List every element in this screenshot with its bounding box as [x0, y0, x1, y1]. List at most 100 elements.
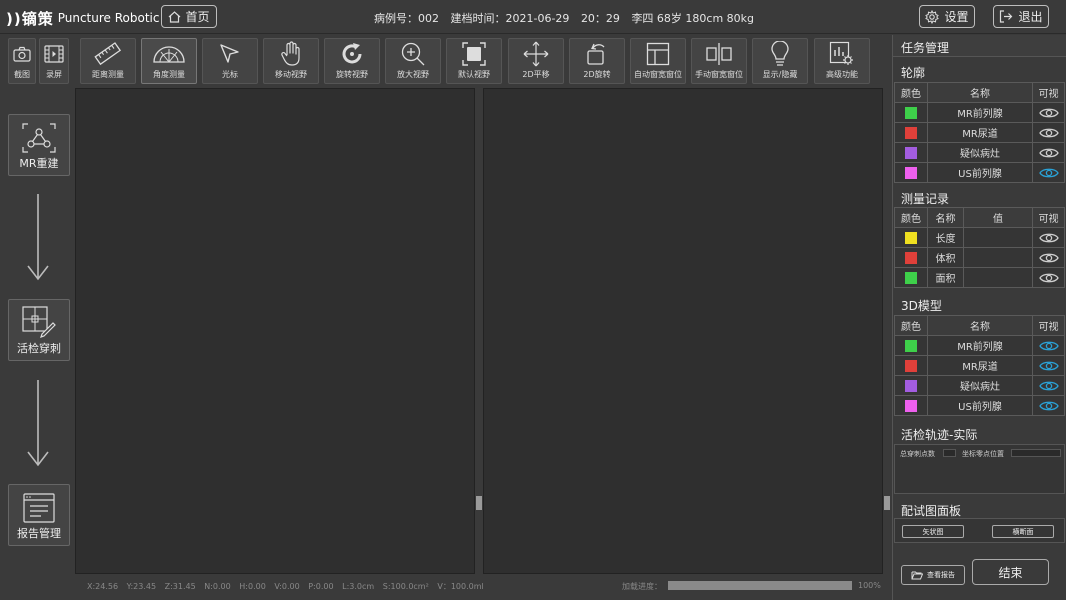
default-view-button[interactable]: 默认视野: [446, 38, 502, 84]
advanced-button[interactable]: 高级功能: [814, 38, 870, 84]
auto-window-level-label: 自动窗宽窗位: [634, 70, 682, 79]
settings-label: 设置: [944, 10, 969, 24]
eye-icon: [1038, 148, 1059, 157]
coord-n: N:0.00: [204, 582, 231, 591]
end-button[interactable]: 结束: [972, 559, 1049, 585]
sagittal-button[interactable]: 矢状图: [902, 525, 964, 538]
biopsy-icon: [22, 306, 56, 338]
eye-icon: [1038, 341, 1059, 350]
model-row: MR前列腺: [894, 335, 1065, 356]
measure-volume: V：100.0ml: [437, 582, 484, 591]
folder-open-icon: [911, 571, 923, 580]
viewport-right[interactable]: [483, 88, 883, 574]
left-sidebar: MR重建 活检穿刺 报告管理: [0, 88, 75, 600]
manual-window-level-label: 手动窗宽窗位: [695, 70, 743, 79]
screenshot-button[interactable]: 截图: [8, 38, 36, 84]
exit-button[interactable]: 退出: [993, 5, 1049, 28]
measure-row: 体积: [894, 247, 1065, 268]
model-name: 疑似病灶: [927, 375, 1033, 396]
scrollbar-left-thumb[interactable]: [476, 496, 482, 510]
rotate-view-label: 旋转视野: [336, 70, 368, 79]
color-swatch: [905, 359, 917, 372]
mr-reconstruct-button[interactable]: MR重建: [8, 114, 70, 176]
distance-measure-button[interactable]: 距离测量: [80, 38, 136, 84]
scrollbar-right-thumb[interactable]: [884, 496, 890, 510]
pan-2d-label: 2D平移: [522, 70, 550, 79]
measure-name: 体积: [927, 247, 964, 268]
model-visibility-toggle[interactable]: [1032, 395, 1065, 416]
color-swatch: [905, 251, 917, 264]
contour-visibility-toggle[interactable]: [1032, 102, 1065, 123]
manual-window-level-button[interactable]: 手动窗宽窗位: [691, 38, 747, 84]
show-hide-button[interactable]: 显示/隐藏: [752, 38, 808, 84]
measure-name: 长度: [927, 227, 964, 248]
scrollbar-right[interactable]: [883, 88, 891, 574]
rotate-view-button[interactable]: 旋转视野: [324, 38, 380, 84]
ruler-icon: [94, 42, 122, 66]
measure-header-name: 名称: [927, 207, 964, 228]
contour-name: MR尿道: [927, 122, 1033, 143]
measure-value: [963, 227, 1033, 248]
model-color-cell: [894, 355, 928, 376]
cursor-icon: [220, 44, 239, 63]
eye-icon: [1038, 233, 1059, 242]
contour-visibility-toggle[interactable]: [1032, 162, 1065, 183]
model-color-cell: [894, 395, 928, 416]
model-visibility-toggle[interactable]: [1032, 335, 1065, 356]
zero-position-field[interactable]: [1011, 449, 1061, 457]
logo: ))镝策 Puncture Robotic: [6, 8, 159, 28]
measure-visibility-toggle[interactable]: [1032, 247, 1065, 268]
move-view-button[interactable]: 移动视野: [263, 38, 319, 84]
transverse-button[interactable]: 横断面: [992, 525, 1054, 538]
model-visibility-toggle[interactable]: [1032, 355, 1065, 376]
header-bar: ))镝策 Puncture Robotic 首页 病例号：002 建档时间：20…: [0, 0, 1066, 34]
angle-measure-button[interactable]: 角度测量: [141, 38, 197, 84]
model-color-cell: [894, 335, 928, 356]
measure-color-cell: [894, 247, 928, 268]
home-button[interactable]: 首页: [161, 5, 217, 28]
cursor-label: 光标: [222, 70, 238, 79]
model-row: US前列腺: [894, 395, 1065, 416]
default-view-label: 默认视野: [458, 70, 490, 79]
measure-section-title: 测量记录: [901, 192, 950, 206]
rotate-2d-label: 2D旋转: [583, 70, 611, 79]
cursor-button[interactable]: 光标: [202, 38, 258, 84]
created-time: 20：29: [580, 12, 620, 25]
auto-window-level-button[interactable]: 自动窗宽窗位: [630, 38, 686, 84]
rotate-2d-button[interactable]: 2D旋转: [569, 38, 625, 84]
model-header-visible: 可视: [1032, 315, 1065, 336]
logo-text: Puncture Robotic: [57, 11, 160, 25]
view-report-button[interactable]: 查看报告: [901, 565, 965, 585]
task-panel-title: 任务管理: [893, 35, 1066, 57]
biopsy-button[interactable]: 活检穿刺: [8, 299, 70, 361]
eye-icon: [1038, 253, 1059, 262]
color-swatch: [905, 106, 917, 119]
home-label: 首页: [185, 10, 210, 24]
zero-position-label: 坐标零点位置: [962, 450, 1004, 458]
contour-visibility-toggle[interactable]: [1032, 142, 1065, 163]
report-icon: [23, 493, 55, 523]
record-button[interactable]: 录屏: [39, 38, 69, 84]
scrollbar-left[interactable]: [475, 88, 483, 574]
settings-button[interactable]: 设置: [919, 5, 975, 28]
viewport-left[interactable]: [75, 88, 475, 574]
angle-measure-label: 角度测量: [153, 70, 185, 79]
move-view-label: 移动视野: [275, 70, 307, 79]
contour-row: MR前列腺: [894, 102, 1065, 123]
eye-icon: [1038, 361, 1059, 370]
pan-2d-button[interactable]: 2D平移: [508, 38, 564, 84]
measure-visibility-toggle[interactable]: [1032, 267, 1065, 288]
coordinate-readout: X:24.56 Y:23.45 Z:31.45 N:0.00 H:0.00 V:…: [87, 581, 490, 592]
zoom-view-button[interactable]: 放大视野: [385, 38, 441, 84]
model-visibility-toggle[interactable]: [1032, 375, 1065, 396]
load-progress-bar: [668, 581, 852, 590]
measure-length: L:3.0cm: [342, 582, 375, 591]
report-management-label: 报告管理: [17, 527, 61, 540]
contour-row: 疑似病灶: [894, 142, 1065, 163]
screenshot-label: 截图: [14, 70, 30, 79]
measure-visibility-toggle[interactable]: [1032, 227, 1065, 248]
model-name: MR前列腺: [927, 335, 1033, 356]
total-puncture-field[interactable]: [943, 449, 956, 457]
report-management-button[interactable]: 报告管理: [8, 484, 70, 546]
contour-visibility-toggle[interactable]: [1032, 122, 1065, 143]
